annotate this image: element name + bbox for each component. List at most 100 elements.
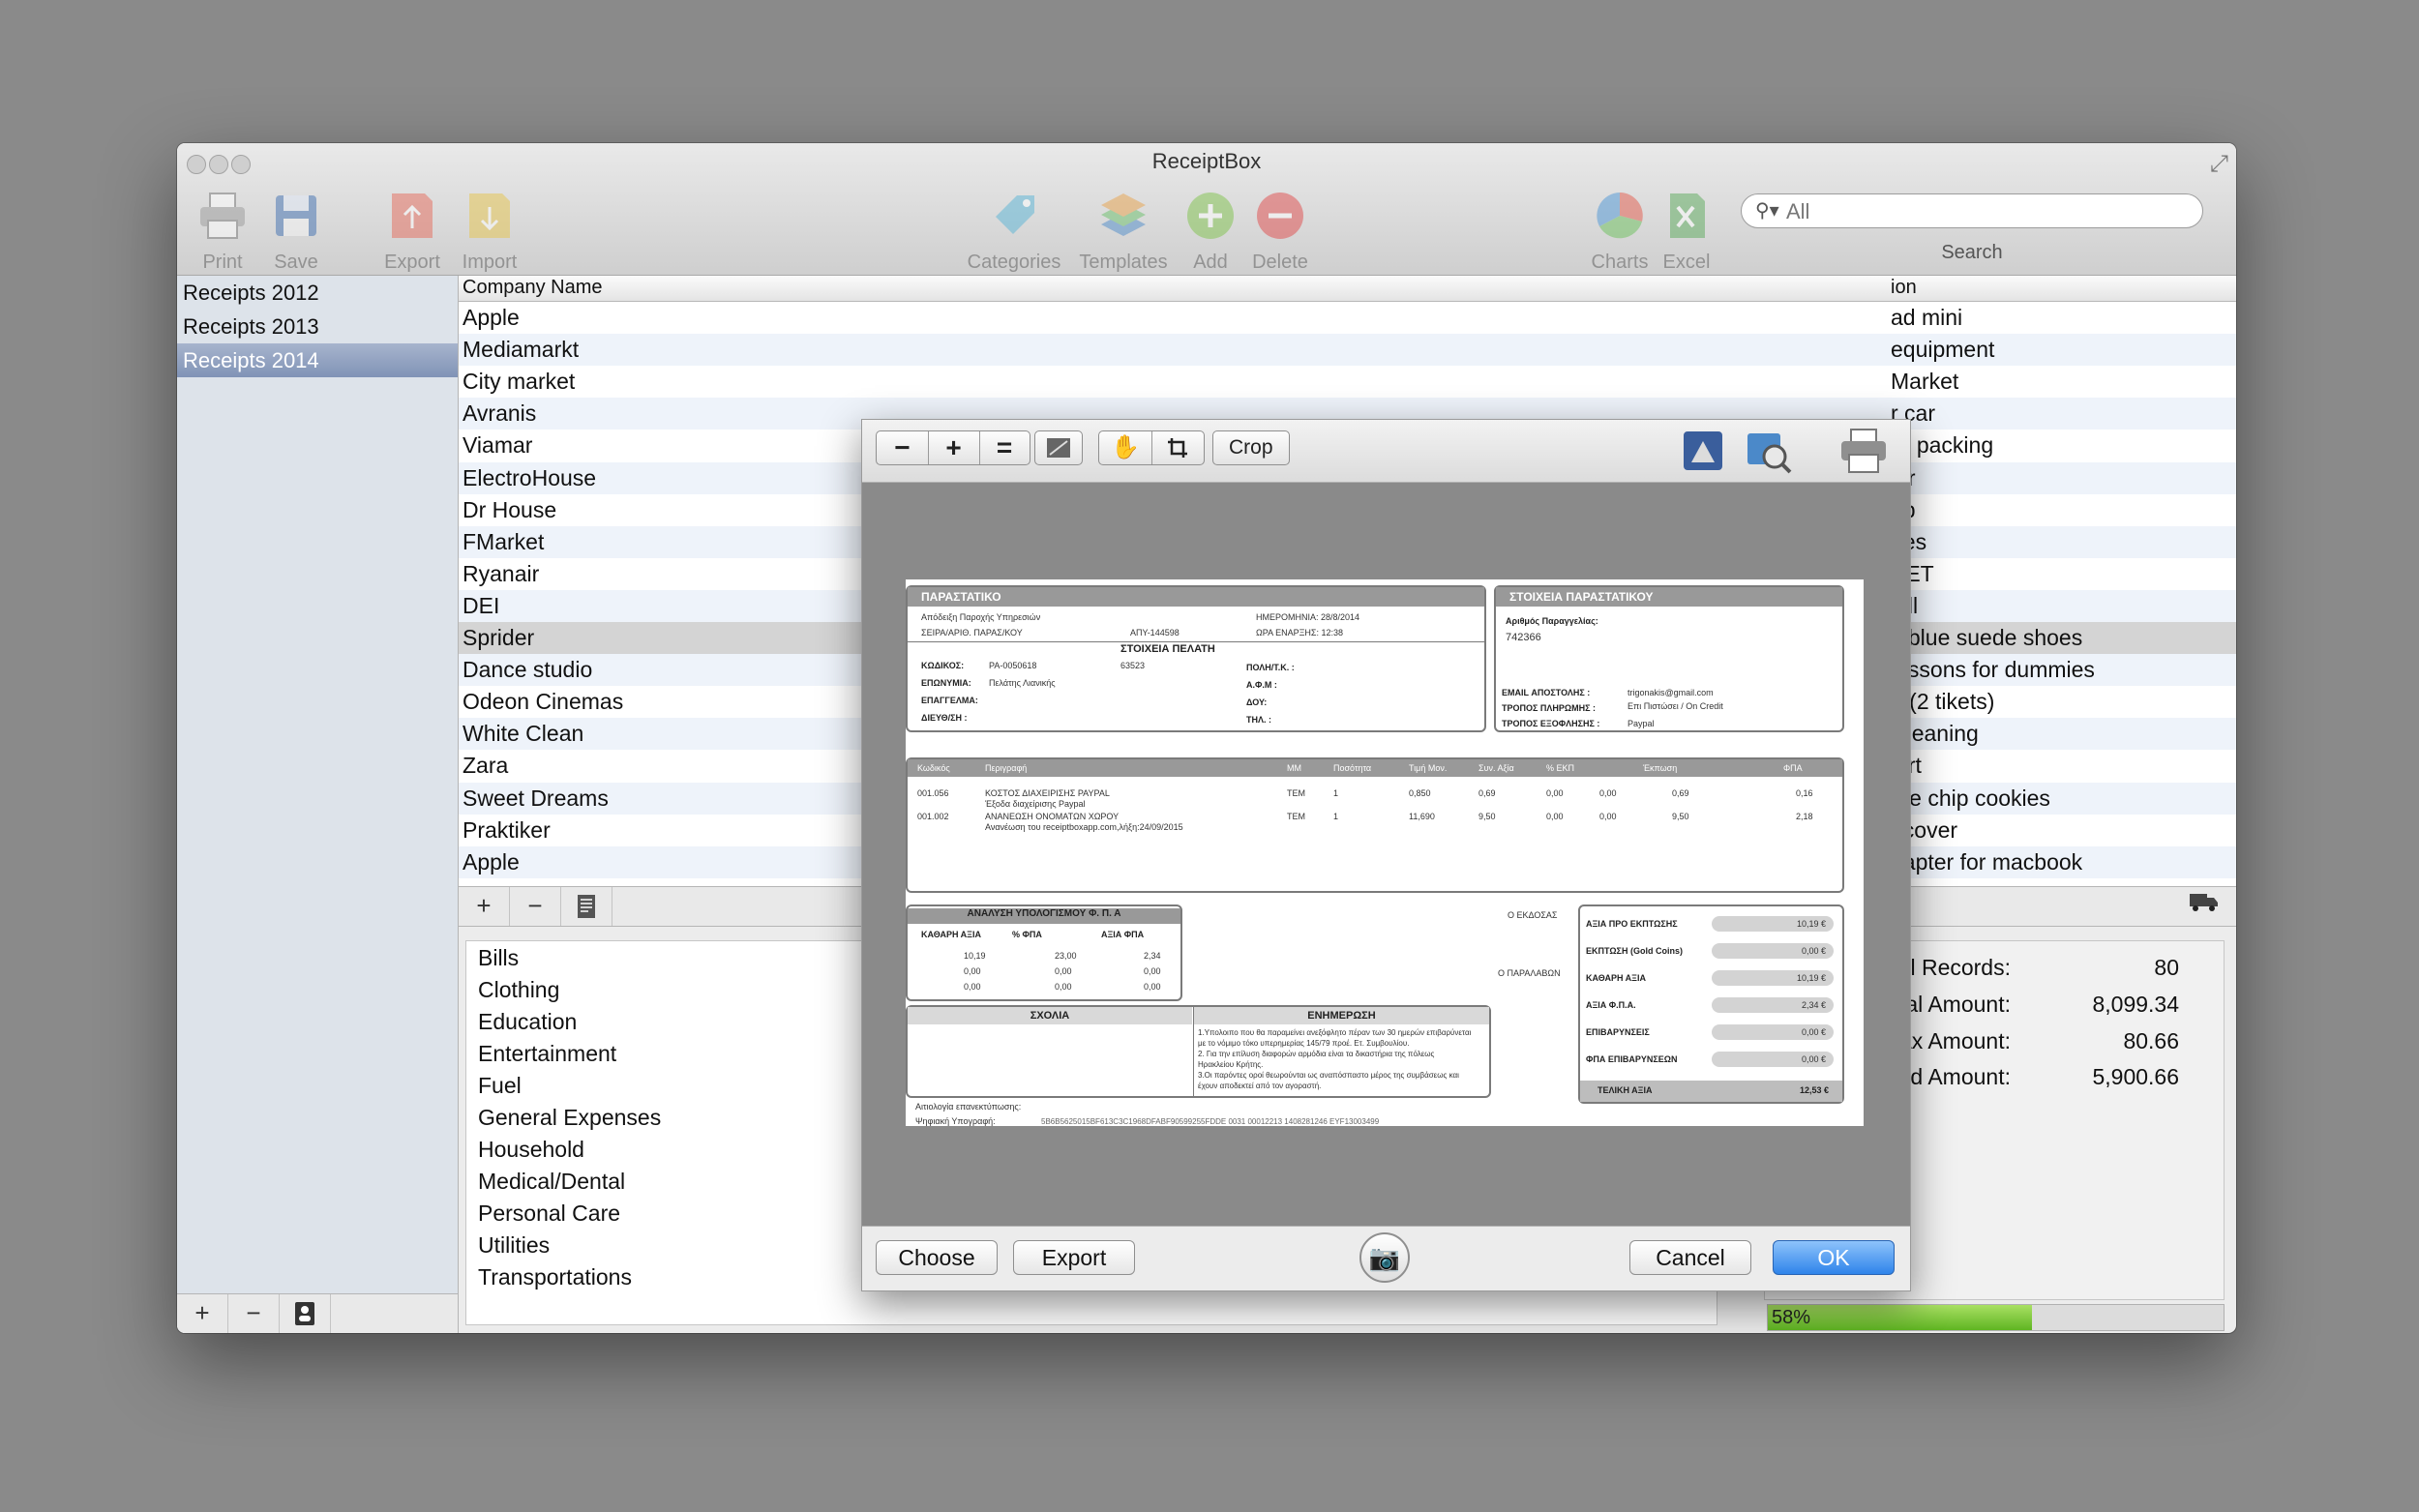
description-cell: equipment xyxy=(1891,337,1995,363)
column-description[interactable]: ion xyxy=(1891,277,1917,299)
templates-button[interactable]: Templates xyxy=(1075,190,1172,274)
notice-line: Ηρακλείου Κρήτης. xyxy=(1198,1060,1264,1069)
hand-tool-icon[interactable]: ✋ xyxy=(1099,431,1152,464)
magnifier-icon: ⚲▾ xyxy=(1755,200,1779,222)
actual-size-button[interactable]: = xyxy=(979,431,1030,464)
category-name: General Expenses xyxy=(478,1105,662,1130)
company-cell: DEI xyxy=(463,592,500,618)
item-column-header: ΜΜ xyxy=(1287,763,1301,773)
print-button[interactable]: Print xyxy=(189,190,256,274)
search-input[interactable]: ⚲▾ All xyxy=(1741,193,2203,228)
company-cell: Sweet Dreams xyxy=(463,785,609,811)
series: ΣΕΙΡΑ/ΑΡΙΘ. ΠΑΡΑΣ/ΚΟΥ xyxy=(921,628,1023,637)
fit-image-button[interactable] xyxy=(1034,430,1083,465)
cancel-button[interactable]: Cancel xyxy=(1629,1240,1751,1275)
progress-text: 58% xyxy=(1772,1307,1811,1328)
receipt-total-value: 0,00 € xyxy=(1712,943,1834,959)
doc-date: ΗΜΕΡΟΜΗΝΙΑ: 28/8/2014 xyxy=(1256,612,1360,622)
vat-cell: 10,19 xyxy=(964,951,986,961)
add-button[interactable]: Add xyxy=(1181,190,1239,274)
document-details-title: ΣΤΟΙΧΕΙΑ ΠΑΡΑΣΤΑΤΙΚΟΥ xyxy=(1496,587,1842,607)
minus-circle-icon xyxy=(1257,193,1303,239)
charts-button[interactable]: Charts xyxy=(1586,190,1654,274)
item-column-header: Ποσότητα xyxy=(1333,763,1372,773)
receipt-document: ΠΑΡΑΣΤΑΤΙΚΟ Απόδειξη Παροχής Υπηρεσιών Σ… xyxy=(906,579,1864,1126)
image-canvas[interactable]: ΠΑΡΑΣΤΑΤΙΚΟ Απόδειξη Παροχής Υπηρεσιών Σ… xyxy=(862,483,1910,1226)
fullscreen-icon[interactable]: ⤢ xyxy=(2210,151,2228,178)
import-label: Import xyxy=(462,252,518,273)
add-receipt-button[interactable]: + xyxy=(459,887,510,926)
table-row[interactable]: Apple ad mini xyxy=(459,302,2236,334)
item-column-header: Τιμή Μον. xyxy=(1409,763,1448,773)
company-cell: Praktiker xyxy=(463,816,551,843)
item-cell: ΚΟΣΤΟΣ ΔΙΑΧΕΙΡΙΣΗΣ PAYPAL xyxy=(985,788,1110,798)
apy-number: ΑΠΥ-144598 xyxy=(1130,628,1180,637)
category-name: Bills xyxy=(478,945,520,970)
totals-box: ΑΞΙΑ ΠΡΟ ΕΚΠΤΩΣΗΣ 10,19 € ΕΚΠΤΩΣΗ (Gold Co… xyxy=(1578,904,1844,1104)
order-label: Αριθμός Παραγγελίας: xyxy=(1506,616,1598,626)
doy-label: ΔΟΥ: xyxy=(1246,697,1268,707)
receipt-total-label: ΦΠΑ ΕΠΙΒΑΡΥΝΣΕΩΝ xyxy=(1586,1054,1678,1064)
zoom-controls: − + = xyxy=(876,430,1030,465)
receipt-total-label: ΕΠΙΒΑΡΥΝΣΕΙΣ xyxy=(1586,1027,1650,1037)
table-row[interactable]: City market Market xyxy=(459,366,2236,398)
zoom-in-button[interactable]: + xyxy=(928,431,980,464)
category-name: Entertainment xyxy=(478,1041,617,1066)
camera-icon[interactable]: 📷 xyxy=(1359,1232,1410,1283)
company-cell: FMarket xyxy=(463,528,545,554)
tool-controls: ✋ xyxy=(1098,430,1205,465)
preview-icon[interactable] xyxy=(1744,428,1794,474)
delete-button[interactable]: Delete xyxy=(1246,190,1314,274)
item-cell: ΑΝΑΝΕΩΣΗ ΟΝΟΜΑΤΩΝ ΧΩΡΟΥ xyxy=(985,812,1120,821)
fit-image-icon xyxy=(1047,438,1070,458)
excel-button[interactable]: Excel xyxy=(1657,190,1716,274)
export-button[interactable]: Export xyxy=(378,190,446,274)
item-column-header: Κωδικός xyxy=(917,763,950,773)
contact-card-icon xyxy=(295,1302,314,1325)
vat-cell: 0,00 xyxy=(1055,966,1072,976)
digital-signature-label: Ψηφιακή Υπογραφή: xyxy=(915,1116,996,1126)
image-capture-icon[interactable] xyxy=(1678,428,1728,474)
printer-icon[interactable] xyxy=(1837,426,1890,476)
total-tax-value: 80.66 xyxy=(2123,1028,2179,1053)
import-button[interactable]: Import xyxy=(456,190,523,274)
total-amount-value: 8,099.34 xyxy=(2092,992,2179,1017)
table-row[interactable]: Mediamarkt equipment xyxy=(459,334,2236,367)
sidebar-item-receipts-2014[interactable]: Receipts 2014 xyxy=(177,343,458,377)
item-cell: 0,69 xyxy=(1478,788,1496,798)
vat-analysis-box: ΑΝΑΛΥΣΗ ΥΠΟΛΟΓΙΣΜΟΥ Φ. Π. Α ΚΑΘΑΡΗ ΑΞΙΑ%… xyxy=(906,904,1182,1001)
company-cell: ElectroHouse xyxy=(463,464,597,490)
digital-signature-value: 5B6B5625015BF613C3C1968DFABF90599255FDDE… xyxy=(1041,1117,1380,1126)
categories-button[interactable]: Categories xyxy=(966,190,1062,274)
item-cell: 001.002 xyxy=(917,812,949,821)
receipt-view-button[interactable] xyxy=(561,887,612,926)
truck-icon[interactable] xyxy=(2190,891,2219,919)
item-cell: ΤΕΜ xyxy=(1287,788,1305,798)
column-company-name[interactable]: Company Name xyxy=(463,277,603,299)
export-label: Export xyxy=(384,252,440,273)
export-image-button[interactable]: Export xyxy=(1013,1240,1135,1275)
remove-list-button[interactable]: − xyxy=(228,1294,280,1333)
choose-button[interactable]: Choose xyxy=(876,1240,998,1275)
crop-tool-icon[interactable] xyxy=(1151,431,1204,464)
add-list-button[interactable]: + xyxy=(177,1294,228,1333)
grand-total-value: 12,53 € xyxy=(1799,1085,1829,1095)
item-column-header: ΦΠΑ xyxy=(1783,763,1803,773)
sidebar: Receipts 2012 Receipts 2013 Receipts 201… xyxy=(177,276,459,1333)
sheet-footer: Choose Export 📷 Cancel OK xyxy=(862,1226,1910,1290)
ok-button[interactable]: OK xyxy=(1773,1240,1895,1275)
remove-receipt-button[interactable]: − xyxy=(510,887,561,926)
sidebar-item-receipts-2012[interactable]: Receipts 2012 xyxy=(177,276,458,310)
save-button[interactable]: Save xyxy=(262,190,330,274)
total-records-value: 80 xyxy=(2154,955,2179,980)
description-cell: lessons for dummies xyxy=(1891,657,2095,683)
item-cell: 11,690 xyxy=(1409,812,1435,821)
excel-icon xyxy=(1670,193,1705,238)
doc-type: Απόδειξη Παροχής Υπηρεσιών xyxy=(921,612,1041,622)
crop-button[interactable]: Crop xyxy=(1212,430,1290,465)
payment-value: Επι Πιστώσει / On Credit xyxy=(1628,701,1723,711)
templates-label: Templates xyxy=(1079,252,1168,273)
sidebar-item-receipts-2013[interactable]: Receipts 2013 xyxy=(177,310,458,343)
zoom-out-button[interactable]: − xyxy=(877,431,929,464)
list-info-button[interactable] xyxy=(280,1294,331,1333)
